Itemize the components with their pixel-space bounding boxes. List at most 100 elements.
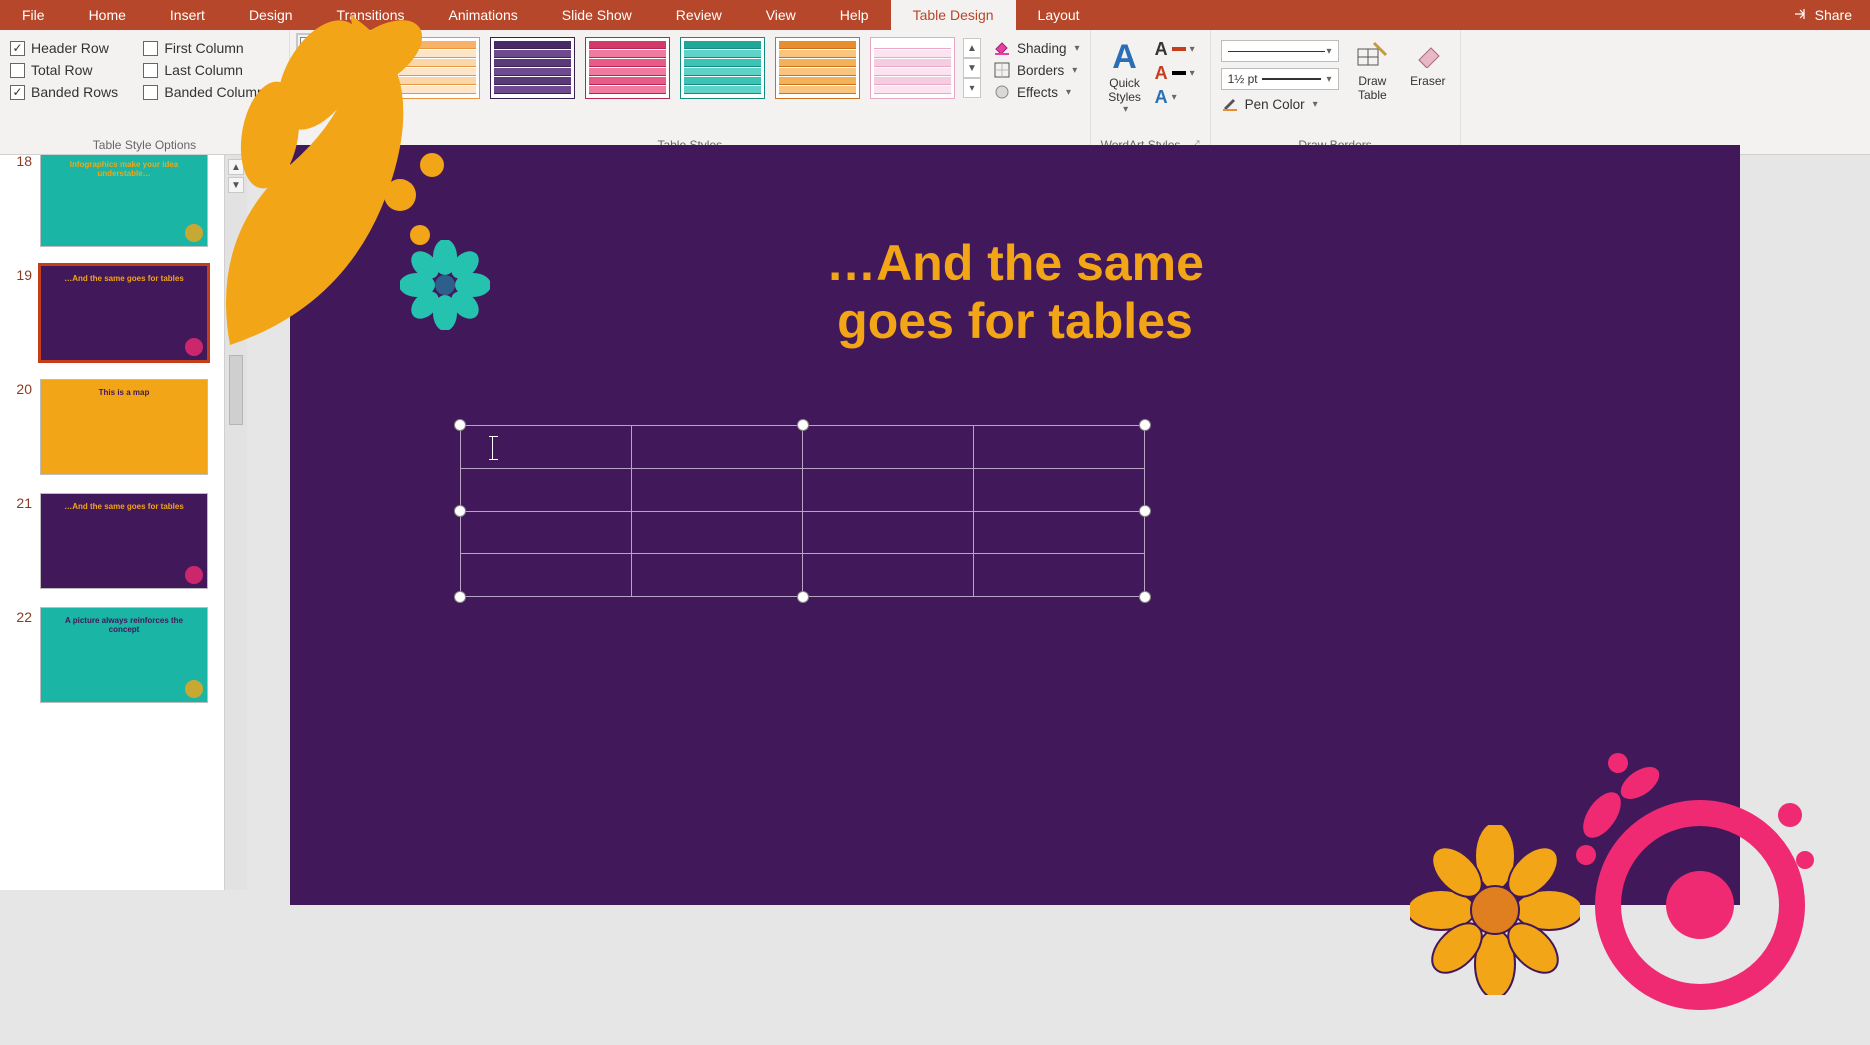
- eraser-button[interactable]: Eraser: [1406, 40, 1450, 88]
- group-table-style-options: ✓Header Row First Column Total Row Last …: [0, 30, 290, 154]
- tab-help[interactable]: Help: [818, 0, 891, 30]
- scroll-down-icon[interactable]: ▼: [228, 177, 244, 193]
- slide-title[interactable]: …And the same goes for tables: [665, 235, 1365, 350]
- tab-layout[interactable]: Layout: [1016, 0, 1102, 30]
- table-cell[interactable]: [632, 426, 803, 469]
- thumbnail-title: This is a map: [51, 388, 197, 397]
- resize-handle-mr[interactable]: [1139, 505, 1151, 517]
- text-effects-button[interactable]: A▾: [1155, 88, 1195, 106]
- resize-handle-ml[interactable]: [454, 505, 466, 517]
- tab-design[interactable]: Design: [227, 0, 315, 30]
- chk-total-row[interactable]: Total Row: [10, 62, 125, 78]
- text-outline-button[interactable]: A▾: [1155, 64, 1195, 82]
- table-style-swatch-light-orange[interactable]: [395, 37, 480, 99]
- thumbnail-20[interactable]: 20 This is a map: [10, 379, 214, 475]
- tab-view[interactable]: View: [744, 0, 818, 30]
- table-style-swatch-light-pink[interactable]: [870, 37, 955, 99]
- table-cell[interactable]: [461, 468, 632, 511]
- ribbon: ✓Header Row First Column Total Row Last …: [0, 30, 1870, 155]
- table-style-swatch-no-style-grid[interactable]: [300, 37, 385, 99]
- scroll-up-icon[interactable]: ▲: [228, 159, 244, 175]
- thumbnail-22[interactable]: 22A picture always reinforces the concep…: [10, 607, 214, 703]
- table-cell[interactable]: [803, 511, 974, 554]
- table-style-swatch-medium-purple[interactable]: [490, 37, 575, 99]
- table-style-swatch-medium-orange[interactable]: [775, 37, 860, 99]
- draw-table-button[interactable]: Draw Table: [1351, 40, 1395, 102]
- quick-styles-icon: A: [1101, 40, 1149, 74]
- tab-slide-show[interactable]: Slide Show: [540, 0, 654, 30]
- tab-file[interactable]: File: [0, 0, 67, 30]
- gallery-scroll-down[interactable]: ▼: [963, 58, 981, 78]
- table-cell[interactable]: [974, 468, 1145, 511]
- resize-handle-tl[interactable]: [454, 419, 466, 431]
- borders-button[interactable]: Borders▾: [993, 62, 1080, 78]
- table-cell[interactable]: [632, 554, 803, 597]
- table-cell[interactable]: [974, 511, 1145, 554]
- slide-canvas-area: ▲ ▼: [225, 155, 1870, 890]
- chk-banded-columns[interactable]: Banded Columns: [143, 84, 279, 100]
- pen-color-button[interactable]: Pen Color▾: [1221, 96, 1339, 112]
- group-draw-borders: ▾ 1½ pt ▾ Pen Color▾ Draw Table Eraser: [1211, 30, 1461, 154]
- scroll-thumb[interactable]: [229, 355, 243, 425]
- tab-home[interactable]: Home: [67, 0, 148, 30]
- quick-styles-button[interactable]: A Quick Styles ▾: [1101, 40, 1149, 115]
- chk-last-column[interactable]: Last Column: [143, 62, 279, 78]
- flower-teal: [400, 240, 490, 330]
- table-cell[interactable]: [461, 426, 632, 469]
- table-cell[interactable]: [632, 511, 803, 554]
- share-label: Share: [1815, 7, 1852, 23]
- gallery-more[interactable]: ▾: [963, 78, 981, 98]
- eraser-icon: [1412, 40, 1444, 70]
- slide-table[interactable]: [460, 425, 1145, 597]
- table-cell[interactable]: [803, 426, 974, 469]
- shading-button[interactable]: Shading▾: [993, 40, 1080, 56]
- thumbnail-title: …And the same goes for tables: [51, 502, 197, 511]
- workspace: 18Infographics make your idea understabl…: [0, 155, 1870, 890]
- table-cell[interactable]: [803, 554, 974, 597]
- pen-style-select[interactable]: ▾: [1221, 40, 1339, 62]
- chk-header-row[interactable]: ✓Header Row: [10, 40, 125, 56]
- table-style-swatch-medium-pink[interactable]: [585, 37, 670, 99]
- table-cell[interactable]: [974, 554, 1145, 597]
- pen-icon: [1221, 96, 1239, 112]
- resize-handle-tr[interactable]: [1139, 419, 1151, 431]
- tab-insert[interactable]: Insert: [148, 0, 227, 30]
- thumbnail-18[interactable]: 18Infographics make your idea understabl…: [10, 155, 214, 247]
- chk-first-column[interactable]: First Column: [143, 40, 279, 56]
- text-fill-button[interactable]: A▾: [1155, 40, 1195, 58]
- menu-bar: File Home Insert Design Transitions Anim…: [0, 0, 1870, 30]
- tab-animations[interactable]: Animations: [426, 0, 539, 30]
- group-wordart-styles: A Quick Styles ▾ A▾ A▾ A▾ WordArt Styles…: [1091, 30, 1211, 154]
- share-icon: [1793, 6, 1809, 25]
- slide-thumbnail-panel: 18Infographics make your idea understabl…: [0, 155, 225, 890]
- thumbnail-scrollbar[interactable]: ▲ ▼: [225, 155, 247, 890]
- gallery-scroll-up[interactable]: ▲: [963, 38, 981, 58]
- slide[interactable]: …And the same goes for tables: [290, 145, 1740, 905]
- thumbnail-21[interactable]: 21…And the same goes for tables: [10, 493, 214, 589]
- table-style-swatch-medium-teal[interactable]: [680, 37, 765, 99]
- table-cell[interactable]: [632, 468, 803, 511]
- thumbnail-title: …And the same goes for tables: [51, 274, 197, 283]
- resize-handle-bm[interactable]: [797, 591, 809, 603]
- effects-button[interactable]: Effects▾: [993, 84, 1080, 100]
- resize-handle-tm[interactable]: [797, 419, 809, 431]
- tab-review[interactable]: Review: [654, 0, 744, 30]
- chk-banded-rows[interactable]: ✓Banded Rows: [10, 84, 125, 100]
- table-cell[interactable]: [803, 468, 974, 511]
- tab-transitions[interactable]: Transitions: [315, 0, 427, 30]
- table-cell[interactable]: [974, 426, 1145, 469]
- table-cell[interactable]: [461, 511, 632, 554]
- thumbnail-19[interactable]: 19…And the same goes for tables: [10, 265, 214, 361]
- group-table-styles: ▲ ▼ ▾ Shading▾ Borders▾ Effects▾ Tabl: [290, 30, 1091, 154]
- share-button[interactable]: Share: [1775, 0, 1870, 30]
- thumbnail-title: Infographics make your idea understable…: [51, 160, 197, 178]
- thumbnail-number: 20: [10, 379, 32, 397]
- pen-weight-select[interactable]: 1½ pt ▾: [1221, 68, 1339, 90]
- table-cell[interactable]: [461, 554, 632, 597]
- resize-handle-bl[interactable]: [454, 591, 466, 603]
- resize-handle-br[interactable]: [1139, 591, 1151, 603]
- tab-table-design[interactable]: Table Design: [891, 0, 1016, 30]
- flourish-bottom-right: [1490, 705, 1830, 1045]
- thumbnail-title: A picture always reinforces the concept: [51, 616, 197, 634]
- group-label-tso: Table Style Options: [10, 136, 279, 152]
